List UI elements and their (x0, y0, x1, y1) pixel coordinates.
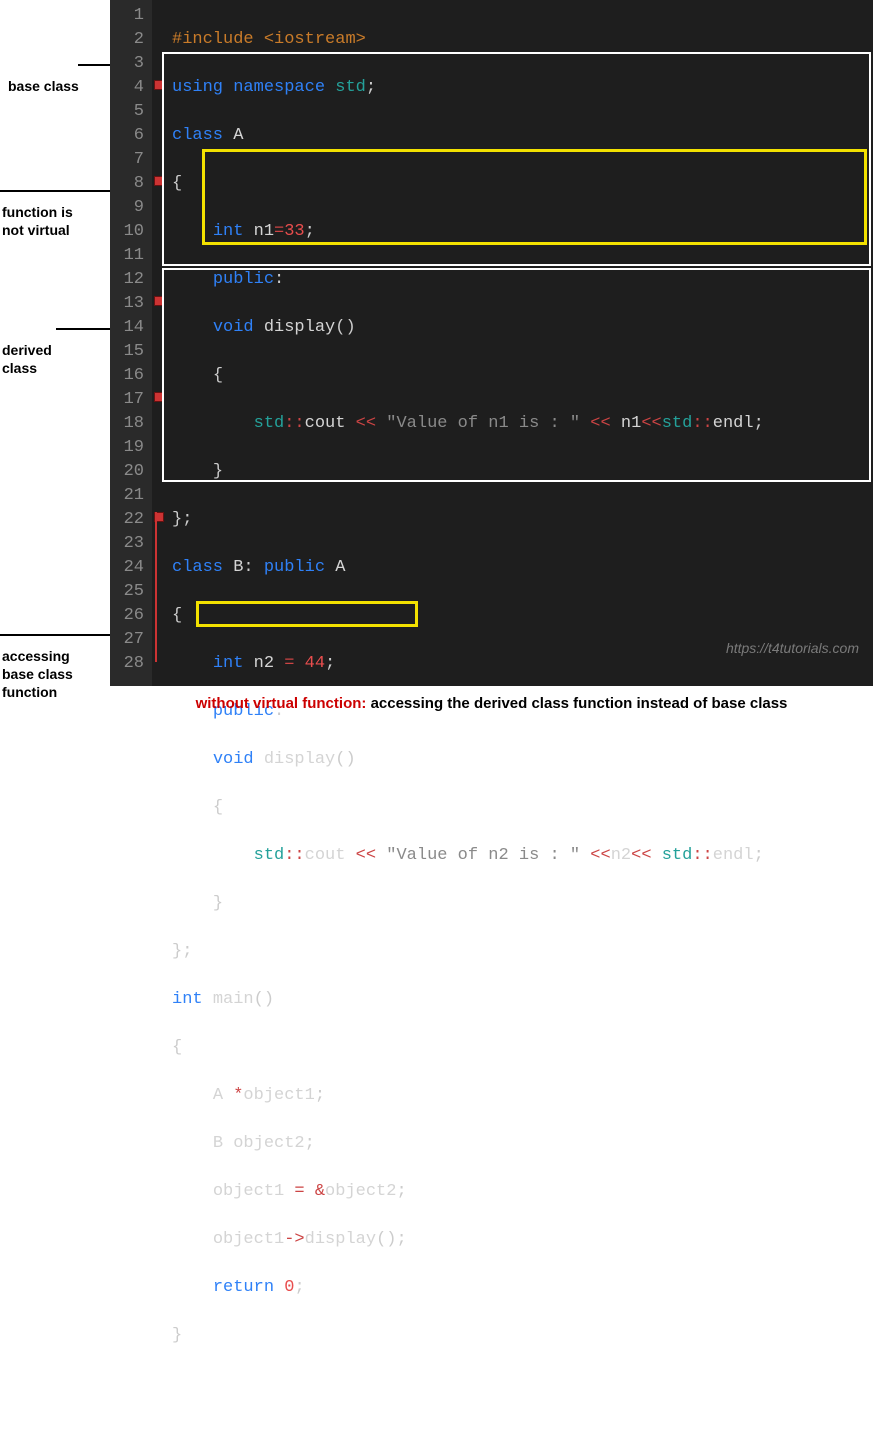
code-line: std::cout << "Value of n2 is : " <<n2<< … (172, 844, 873, 868)
code-line: }; (172, 508, 873, 532)
line-number: 21 (114, 484, 144, 508)
code-line: class A (172, 124, 873, 148)
label-derived-2: class (2, 360, 37, 377)
line-number: 12 (114, 268, 144, 292)
code-area[interactable]: #include <iostream> using namespace std;… (166, 0, 873, 686)
line-number: 10 (114, 220, 144, 244)
bracket-guide (155, 512, 157, 662)
code-line: { (172, 1036, 873, 1060)
line-number: 2 (114, 28, 144, 52)
code-line: B object2; (172, 1132, 873, 1156)
code-line: } (172, 460, 873, 484)
label-not-virtual-1: function is (2, 204, 73, 221)
code-editor: 1 2 3 4 5 6 7 8 9 10 11 12 13 14 15 16 1… (110, 0, 873, 686)
code-line: std::cout << "Value of n1 is : " << n1<<… (172, 412, 873, 436)
line-number: 20 (114, 460, 144, 484)
code-line: int main() (172, 988, 873, 1012)
line-number: 9 (114, 196, 144, 220)
line-number: 23 (114, 532, 144, 556)
code-line: void display() (172, 748, 873, 772)
fold-column (152, 0, 166, 686)
label-accessing-3: function (2, 684, 57, 701)
line-number: 17 (114, 388, 144, 412)
line-number: 19 (114, 436, 144, 460)
annotations-column: base class function is not virtual deriv… (0, 0, 110, 716)
fold-marker-icon[interactable] (154, 176, 164, 186)
caption-black: accessing the derived class function ins… (371, 695, 788, 712)
line-number: 14 (114, 316, 144, 340)
line-number: 4 (114, 76, 144, 100)
line-number: 6 (114, 124, 144, 148)
code-line: return 0; (172, 1276, 873, 1300)
line-number: 8 (114, 172, 144, 196)
line-number: 25 (114, 580, 144, 604)
code-line: A *object1; (172, 1084, 873, 1108)
line-number: 1 (114, 4, 144, 28)
code-line: object1 = &object2; (172, 1180, 873, 1204)
code-line: object1->display(); (172, 1228, 873, 1252)
caption-red: without virtual function: (196, 695, 371, 712)
line-number: 5 (114, 100, 144, 124)
code-line: } (172, 892, 873, 916)
code-line: { (172, 604, 873, 628)
fold-marker-icon[interactable] (154, 296, 164, 306)
code-line: }; (172, 940, 873, 964)
code-line: class B: public A (172, 556, 873, 580)
label-derived-1: derived (2, 342, 52, 359)
line-number: 22 (114, 508, 144, 532)
line-number: 28 (114, 652, 144, 676)
code-line: void display() (172, 316, 873, 340)
line-number: 27 (114, 628, 144, 652)
code-line: { (172, 364, 873, 388)
label-accessing-1: accessing (2, 648, 70, 665)
line-number: 15 (114, 340, 144, 364)
line-number: 13 (114, 292, 144, 316)
line-number: 7 (114, 148, 144, 172)
watermark-text: https://t4tutorials.com (726, 636, 859, 660)
code-line: public: (172, 268, 873, 292)
code-line: using namespace std; (172, 76, 873, 100)
line-number: 16 (114, 364, 144, 388)
line-number: 3 (114, 52, 144, 76)
fold-marker-icon[interactable] (154, 80, 164, 90)
code-line: } (172, 1324, 873, 1348)
line-number-gutter: 1 2 3 4 5 6 7 8 9 10 11 12 13 14 15 16 1… (110, 0, 152, 686)
code-line: { (172, 796, 873, 820)
line-number: 18 (114, 412, 144, 436)
line-number: 26 (114, 604, 144, 628)
label-not-virtual-2: not virtual (2, 222, 70, 239)
code-line: #include <iostream> (172, 28, 873, 52)
caption: without virtual function: accessing the … (110, 695, 873, 712)
line-number: 11 (114, 244, 144, 268)
code-line: int n1=33; (172, 220, 873, 244)
fold-marker-icon[interactable] (154, 392, 164, 402)
label-base-class: base class (8, 78, 79, 95)
line-number: 24 (114, 556, 144, 580)
label-accessing-2: base class (2, 666, 73, 683)
code-line: { (172, 172, 873, 196)
